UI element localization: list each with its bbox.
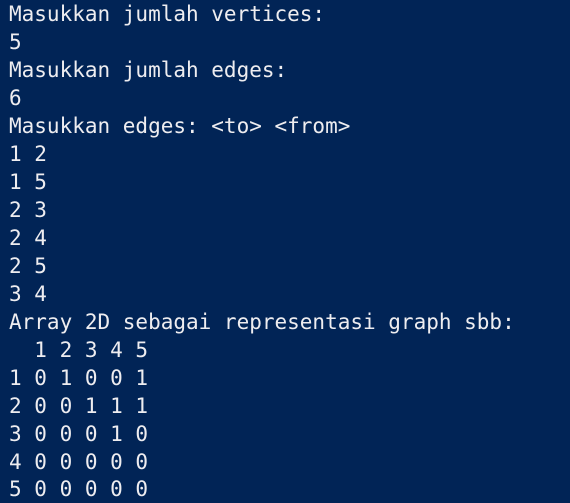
input-vertices: 5 [9, 30, 22, 54]
matrix-row: 4 0 0 0 0 0 [9, 450, 149, 474]
prompt-edges: Masukkan jumlah edges: [9, 58, 288, 82]
edge-input-line: 2 3 [9, 198, 47, 222]
prompt-vertices: Masukkan jumlah vertices: [9, 2, 326, 26]
terminal-window[interactable]: Masukkan jumlah vertices: 5 Masukkan jum… [0, 0, 570, 503]
matrix-row: 2 0 0 1 1 1 [9, 394, 149, 418]
matrix-row: 5 0 0 0 0 0 [9, 477, 149, 501]
edge-input-line: 2 5 [9, 254, 47, 278]
matrix-column-header: 1 2 3 4 5 [9, 338, 149, 362]
matrix-row: 1 0 1 0 0 1 [9, 366, 149, 390]
matrix-row: 3 0 0 0 1 0 [9, 422, 149, 446]
input-edges: 6 [9, 86, 22, 110]
edge-input-line: 1 2 [9, 142, 47, 166]
prompt-edge-list: Masukkan edges: <to> <from> [9, 114, 351, 138]
edge-input-line: 3 4 [9, 282, 47, 306]
matrix-heading: Array 2D sebagai representasi graph sbb: [9, 310, 515, 334]
edge-input-line: 1 5 [9, 170, 47, 194]
edge-input-line: 2 4 [9, 226, 47, 250]
